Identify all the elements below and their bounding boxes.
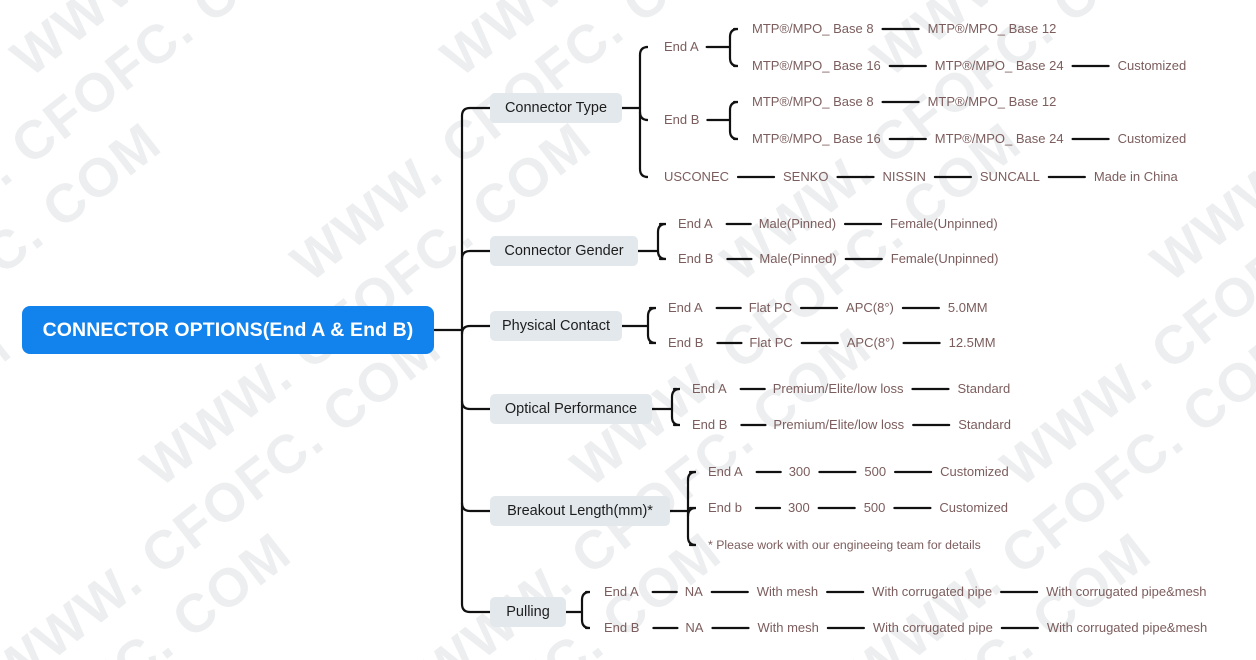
leaf-node[interactable]: 300 — [788, 500, 810, 516]
leaf-node[interactable]: USCONEC — [664, 169, 729, 185]
group-label-end-b[interactable]: End B — [668, 335, 703, 351]
branch-node-connector-type[interactable]: Connector Type — [490, 93, 622, 123]
leaf-node[interactable]: Customized — [939, 500, 1008, 516]
group-label-end-a[interactable]: End A — [664, 39, 699, 55]
leaf-node[interactable]: NA — [685, 584, 703, 600]
leaf-node[interactable]: Female(Unpinned) — [890, 216, 998, 232]
group-label-end-a[interactable]: End A — [708, 464, 743, 480]
leaf-node[interactable]: 12.5MM — [949, 335, 996, 351]
leaf-node[interactable]: NISSIN — [883, 169, 926, 185]
leaf-node[interactable]: Male(Pinned) — [759, 251, 836, 267]
branch-node-optical-performance[interactable]: Optical Performance — [490, 394, 652, 424]
leaf-node[interactable]: With corrugated pipe&mesh — [1046, 584, 1206, 600]
leaf-node[interactable]: MTP®/MPO_ Base 24 — [935, 58, 1064, 74]
group-label-end-b[interactable]: End B — [664, 112, 699, 128]
leaf-node[interactable]: Made in China — [1094, 169, 1178, 185]
leaf-node[interactable]: Female(Unpinned) — [891, 251, 999, 267]
leaf-node[interactable]: With corrugated pipe&mesh — [1047, 620, 1207, 636]
leaf-node[interactable]: APC(8°) — [846, 300, 894, 316]
leaf-node[interactable]: Standard — [958, 417, 1011, 433]
leaf-node[interactable]: Flat PC — [749, 335, 792, 351]
branch-node-pulling[interactable]: Pulling — [490, 597, 566, 627]
leaf-node[interactable]: MTP®/MPO_ Base 12 — [928, 94, 1057, 110]
group-label-end-b[interactable]: End b — [708, 500, 742, 516]
branch-node-breakout-length-mm[interactable]: Breakout Length(mm)* — [490, 496, 670, 526]
leaf-node[interactable]: With corrugated pipe — [873, 620, 993, 636]
root-node[interactable]: CONNECTOR OPTIONS(End A & End B) — [22, 306, 434, 354]
mindmap-diagram: CONNECTOR OPTIONS(End A & End B) Connect… — [0, 0, 1256, 660]
leaf-node[interactable]: MTP®/MPO_ Base 16 — [752, 131, 881, 147]
leaf-node[interactable]: Male(Pinned) — [759, 216, 836, 232]
group-label-end-b[interactable]: End B — [604, 620, 639, 636]
footnote-text: * Please work with our engineeing team f… — [708, 538, 981, 552]
leaf-node[interactable]: With mesh — [757, 584, 818, 600]
leaf-node[interactable]: MTP®/MPO_ Base 12 — [928, 21, 1057, 37]
leaf-node[interactable]: Premium/Elite/low loss — [773, 381, 904, 397]
leaf-node[interactable]: With mesh — [757, 620, 818, 636]
leaf-node[interactable]: MTP®/MPO_ Base 16 — [752, 58, 881, 74]
group-label-end-a[interactable]: End A — [604, 584, 639, 600]
leaf-node[interactable]: Flat PC — [749, 300, 792, 316]
leaf-node[interactable]: Premium/Elite/low loss — [773, 417, 904, 433]
leaf-node[interactable]: 5.0MM — [948, 300, 988, 316]
leaf-node[interactable]: 300 — [789, 464, 811, 480]
group-label-end-b[interactable]: End B — [678, 251, 713, 267]
leaf-node[interactable]: Customized — [940, 464, 1009, 480]
branch-node-physical-contact[interactable]: Physical Contact — [490, 311, 622, 341]
leaf-node[interactable]: MTP®/MPO_ Base 8 — [752, 21, 874, 37]
leaf-node[interactable]: MTP®/MPO_ Base 8 — [752, 94, 874, 110]
branch-node-connector-gender[interactable]: Connector Gender — [490, 236, 638, 266]
leaf-node[interactable]: APC(8°) — [847, 335, 895, 351]
leaf-node[interactable]: 500 — [864, 500, 886, 516]
leaf-node[interactable]: SUNCALL — [980, 169, 1040, 185]
leaf-node[interactable]: With corrugated pipe — [872, 584, 992, 600]
leaf-node[interactable]: 500 — [864, 464, 886, 480]
leaf-node[interactable]: NA — [685, 620, 703, 636]
leaf-node[interactable]: Customized — [1118, 131, 1187, 147]
group-label-end-a[interactable]: End A — [692, 381, 727, 397]
leaf-node[interactable]: SENKO — [783, 169, 829, 185]
leaf-node[interactable]: Standard — [957, 381, 1010, 397]
leaf-node[interactable]: Customized — [1118, 58, 1187, 74]
group-label-end-a[interactable]: End A — [678, 216, 713, 232]
group-label-end-a[interactable]: End A — [668, 300, 703, 316]
group-label-end-b[interactable]: End B — [692, 417, 727, 433]
mindmap-canvas: WWW. CFOFC. COMWWW. CFOFC. COMWWW. CFOFC… — [0, 0, 1256, 660]
leaf-node[interactable]: MTP®/MPO_ Base 24 — [935, 131, 1064, 147]
